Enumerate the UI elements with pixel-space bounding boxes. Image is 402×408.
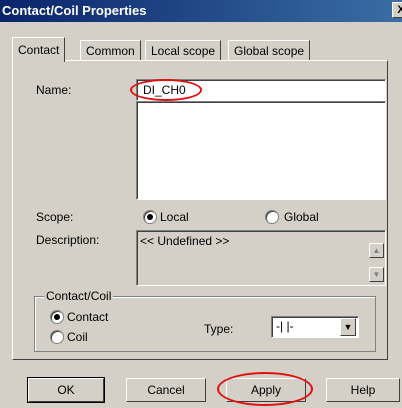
cancel-button[interactable]: Cancel [126, 378, 206, 402]
close-icon[interactable]: X [392, 2, 402, 18]
description-field[interactable]: << Undefined >> ▲ ▼ [136, 230, 386, 286]
scope-local-label: Local [160, 210, 189, 224]
name-field[interactable]: DI_CH0 [136, 79, 386, 101]
scope-global-label: Global [284, 210, 319, 224]
description-value: << Undefined >> [140, 234, 230, 248]
type-value: -| |- [276, 319, 294, 333]
contact-label: Contact [67, 310, 109, 324]
coil-radio[interactable] [50, 330, 64, 344]
contact-radio[interactable] [50, 310, 64, 324]
scope-label: Scope: [36, 210, 74, 224]
tab-contact[interactable]: Contact [12, 37, 66, 62]
chevron-down-icon[interactable]: ▼ [340, 318, 356, 336]
arrow-up-icon[interactable]: ▲ [369, 243, 384, 258]
tab-global-scope[interactable]: Global scope [228, 40, 311, 61]
name-value: DI_CH0 [143, 83, 186, 97]
type-label: Type: [204, 322, 234, 336]
scope-global-radio[interactable] [265, 210, 279, 224]
coil-label: Coil [67, 330, 88, 344]
type-select[interactable]: -| |- ▼ [271, 316, 359, 338]
window-title: Contact/Coil Properties [2, 3, 147, 18]
name-list[interactable] [136, 101, 386, 200]
name-label: Name: [36, 83, 72, 97]
scope-local-radio[interactable] [143, 210, 157, 224]
ok-button[interactable]: OK [27, 377, 105, 403]
contact-coil-legend: Contact/Coil [44, 289, 114, 303]
help-button[interactable]: Help [326, 378, 400, 402]
title-bar: Contact/Coil Properties X [0, 0, 402, 22]
apply-button[interactable]: Apply [226, 378, 306, 402]
tab-common[interactable]: Common [80, 40, 141, 61]
arrow-down-icon[interactable]: ▼ [369, 267, 384, 282]
tab-local-scope[interactable]: Local scope [145, 40, 222, 61]
description-label: Description: [36, 233, 100, 247]
